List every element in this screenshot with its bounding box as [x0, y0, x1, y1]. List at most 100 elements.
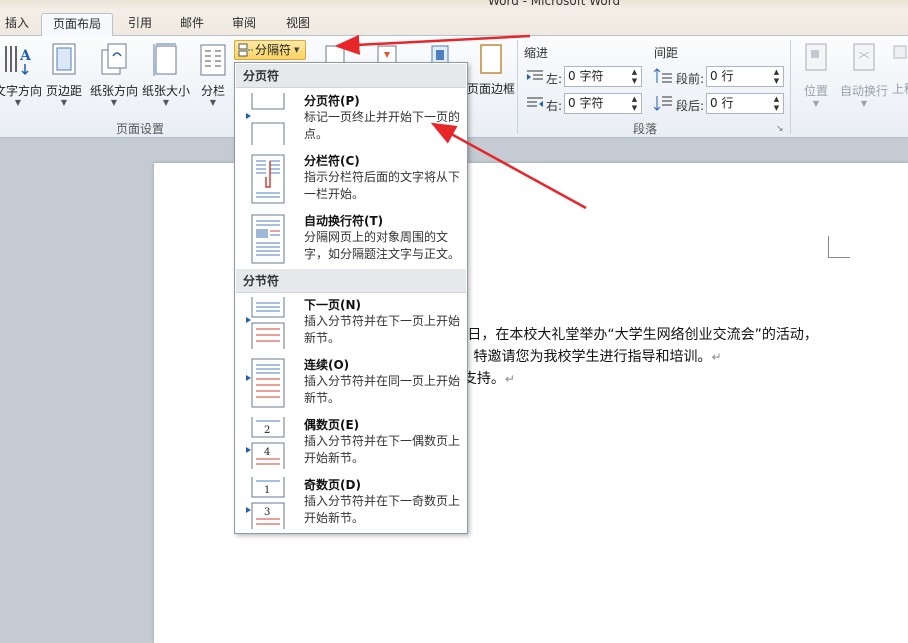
spacing-before-icon — [654, 68, 672, 83]
spin-down-icon[interactable]: ▼ — [630, 104, 639, 113]
even-page-section-icon: 2 4 — [246, 417, 285, 469]
position-button[interactable]: 位置 ▼ — [796, 40, 836, 116]
document-line[interactable]: ]，特邀请您为我校学生进行指导和培训。↵ — [454, 346, 722, 366]
title-bar: Word - Microsoft Word — [0, 0, 908, 10]
menu-item-title: 下一页(N) — [304, 298, 362, 312]
orientation-button[interactable]: 纸张方向 ▼ — [88, 40, 140, 116]
svg-text:A: A — [19, 48, 32, 64]
menu-item-description: 插入分节符并在下一偶数页上开始新节。 — [304, 434, 461, 465]
paper-size-button[interactable]: 纸张大小 ▼ — [140, 40, 192, 116]
menu-item-title: 自动换行符(T) — [304, 214, 384, 228]
watermark-brand: Baidu 经验 — [700, 570, 875, 605]
paragraph-group-label: 段落 — [632, 122, 657, 136]
menu-item-odd-page[interactable]: 1 3 奇数页(D) 插入分节符并在下一奇数页上开始新节。 — [236, 473, 466, 533]
chevron-down-icon: ▼ — [60, 98, 68, 107]
margins-button[interactable]: 页边距 ▼ — [42, 40, 86, 116]
menu-item-title: 连续(O) — [304, 358, 350, 372]
spacing-after-input[interactable]: 0 行 ▲ ▼ — [706, 93, 784, 114]
indent-title: 缩进 — [524, 46, 549, 60]
section-breaks-header: 分节符 — [236, 269, 466, 293]
page-break-icon — [246, 93, 285, 145]
next-page-section-icon — [246, 297, 285, 349]
page-borders-icon — [480, 44, 502, 74]
chevron-down-icon: ▼ — [162, 98, 170, 107]
odd-page-section-icon: 1 3 — [246, 477, 285, 529]
page-borders-button[interactable]: 页面边框 — [466, 40, 516, 116]
menu-item-even-page[interactable]: 2 4 偶数页(E) 插入分节符并在下一偶数页上开始新节。 — [236, 413, 466, 473]
menu-item-description: 分隔网页上的对象周围的文字，如分隔题注文字与正文。 — [304, 230, 461, 261]
chevron-down-icon: ▼ — [294, 46, 300, 54]
paper-size-icon — [153, 43, 177, 76]
spacing-after-value: 0 行 — [710, 96, 734, 110]
indent-right-input[interactable]: 0 字符 ▲ ▼ — [564, 93, 642, 114]
text-wrapping-break-icon — [251, 214, 285, 264]
breaks-menu: 分页符 分页符(P) 标记一页终止并开始下一页的点。 分栏符(C) 指示分栏符后… — [234, 62, 468, 534]
baidu-watermark: Baidu 经验 jingyan.baidu.com — [700, 540, 900, 630]
indent-left-value: 0 字符 — [568, 69, 604, 83]
tab-mailings[interactable]: 邮件 — [170, 13, 214, 36]
spacing-before-input[interactable]: 0 行 ▲ ▼ — [706, 66, 784, 87]
tab-view[interactable]: 视图 — [276, 13, 320, 36]
chevron-down-icon: ▼ — [209, 98, 217, 107]
tab-insert[interactable]: 插入 — [0, 13, 34, 36]
position-label: 位置 — [803, 84, 828, 98]
margin-corner-mark — [828, 236, 850, 258]
menu-item-continuous[interactable]: 连续(O) 插入分节符并在同一页上开始新节。 — [236, 353, 466, 413]
breaks-button[interactable]: 分隔符 ▼ — [234, 40, 306, 60]
margins-label: 页边距 — [45, 84, 82, 98]
spin-up-icon[interactable]: ▲ — [630, 95, 639, 104]
page-setup-group-label: 页面设置 — [115, 122, 164, 136]
svg-text:2: 2 — [264, 425, 270, 436]
indent-left-input[interactable]: 0 字符 ▲ ▼ — [564, 66, 642, 87]
menu-item-description: 指示分栏符后面的文字将从下一栏开始。 — [304, 170, 461, 201]
dialog-launcher-icon[interactable]: ↘ — [776, 124, 784, 134]
spin-up-icon[interactable]: ▲ — [772, 68, 781, 77]
breaks-icon — [238, 43, 253, 57]
spin-up-icon[interactable]: ▲ — [630, 68, 639, 77]
columns-button[interactable]: 分栏 ▼ — [194, 40, 232, 116]
indent-right-label: 右: — [546, 99, 563, 113]
chevron-down-icon: ▼ — [110, 98, 118, 107]
column-break-icon — [251, 154, 285, 204]
page-borders-label: 页面边框 — [466, 82, 515, 96]
wrap-text-label: 自动换行 — [839, 84, 888, 98]
spin-down-icon[interactable]: ▼ — [772, 77, 781, 86]
menu-item-title: 偶数页(E) — [304, 418, 360, 432]
menu-item-description: 标记一页终止并开始下一页的点。 — [304, 110, 461, 141]
bring-forward-icon — [893, 45, 907, 59]
document-line[interactable]: 2 日，在本校大礼堂举办“大学生网络创业交流会”的活动， — [454, 324, 818, 344]
menu-item-column-break[interactable]: 分栏符(C) 指示分栏符后面的文字将从下一栏开始。 — [236, 149, 466, 209]
wrap-text-button[interactable]: 自动换行 ▼ — [836, 40, 892, 116]
breaks-label: 分隔符 — [255, 43, 292, 57]
tab-review[interactable]: 审阅 — [222, 13, 266, 36]
spacing-title: 间距 — [654, 46, 679, 60]
svg-text:1: 1 — [264, 485, 270, 496]
indent-left-label: 左: — [546, 72, 563, 86]
spin-down-icon[interactable]: ▼ — [630, 77, 639, 86]
spacing-after-label: 段后: — [676, 99, 705, 113]
margins-icon — [52, 43, 76, 75]
menu-item-next-page[interactable]: 下一页(N) 插入分节符并在下一页上开始新节。 — [236, 293, 466, 353]
svg-text:4: 4 — [264, 447, 270, 458]
continuous-section-icon — [246, 358, 285, 408]
bring-forward-button[interactable] — [892, 42, 908, 62]
spin-down-icon[interactable]: ▼ — [772, 104, 781, 113]
page-breaks-header: 分页符 — [236, 64, 466, 88]
columns-icon — [200, 44, 226, 76]
indent-left-icon — [527, 70, 543, 80]
menu-item-description: 插入分节符并在下一页上开始新节。 — [304, 314, 461, 345]
svg-text:3: 3 — [264, 507, 270, 518]
orientation-label: 纸张方向 — [89, 84, 138, 98]
menu-item-description: 插入分节符并在同一页上开始新节。 — [304, 374, 461, 405]
spin-up-icon[interactable]: ▲ — [772, 95, 781, 104]
menu-item-title: 分页符(P) — [304, 94, 360, 108]
chevron-down-icon: ▼ — [14, 98, 22, 107]
menu-item-text-wrapping-break[interactable]: 自动换行符(T) 分隔网页上的对象周围的文字，如分隔题注文字与正文。 — [236, 209, 466, 269]
text-direction-label: 文字方向 — [0, 84, 42, 98]
text-direction-button[interactable]: A 文字方向 ▼ — [0, 40, 44, 116]
tab-page-layout[interactable]: 页面布局 — [41, 13, 113, 37]
menu-item-title: 分栏符(C) — [304, 154, 360, 168]
menu-item-page-break[interactable]: 分页符(P) 标记一页终止并开始下一页的点。 — [236, 89, 466, 149]
window-title: Word - Microsoft Word — [488, 0, 621, 8]
tab-references[interactable]: 引用 — [118, 13, 162, 36]
